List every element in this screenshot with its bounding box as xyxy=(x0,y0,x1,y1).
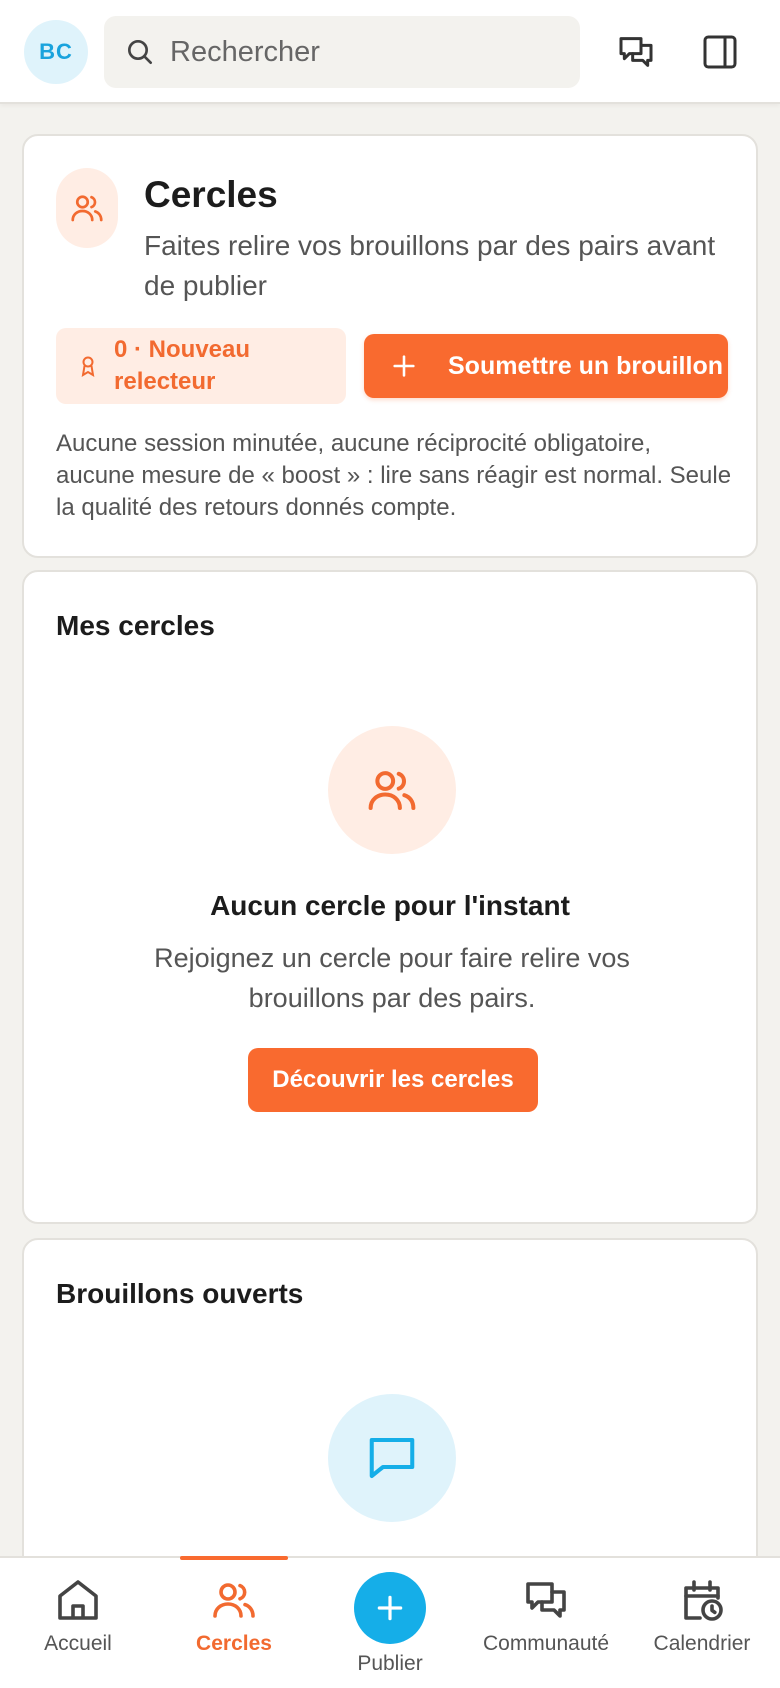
empty-state-text: Rejoignez un cercle pour faire relire vo… xyxy=(154,943,630,1013)
empty-state-title: Aucun cercle pour l'instant xyxy=(210,890,570,921)
policy-note: Aucune session minutée, aucune réciproci… xyxy=(56,430,732,521)
message-icon xyxy=(328,1394,456,1522)
discover-circles-button[interactable]: Découvrir les cercles xyxy=(248,1048,538,1112)
badge-label: 0 · Nouveau relecteur xyxy=(114,336,251,395)
submit-draft-label: Soumettre un brouillon xyxy=(448,351,723,380)
users-icon xyxy=(213,1583,255,1618)
plus-icon xyxy=(377,1595,403,1621)
avatar[interactable]: BC xyxy=(24,20,88,84)
top-bar: BC xyxy=(0,0,780,104)
home-icon xyxy=(58,1580,98,1620)
calendar-clock-icon xyxy=(684,1580,723,1621)
messages-icon xyxy=(619,37,653,67)
search-input[interactable] xyxy=(170,35,550,69)
nav-community-label: Communauté xyxy=(482,1632,610,1655)
my-circles-card: Mes cercles Aucun cercle pour l'instant … xyxy=(22,570,758,1224)
award-icon xyxy=(81,356,95,377)
page-subtitle: Faites relire vos brouillons par des pai… xyxy=(144,230,716,301)
section-title: Mes cercles xyxy=(56,610,215,641)
messages-icon xyxy=(526,1582,566,1618)
users-icon xyxy=(328,726,456,854)
intro-card: Cercles Faites relire vos brouillons par… xyxy=(22,134,758,558)
page-title: Cercles xyxy=(144,174,278,215)
bottom-navigation: Accueil Cercles Publier Communauté Calen… xyxy=(0,1556,780,1688)
reviewer-badge: 0 · Nouveau relecteur xyxy=(56,328,346,404)
nav-calendar-label: Calendrier xyxy=(653,1632,751,1655)
submit-draft-button[interactable]: Soumettre un brouillon xyxy=(364,334,728,398)
sidebar-panel-icon xyxy=(703,35,737,69)
nav-community[interactable]: Communauté xyxy=(468,1558,624,1688)
section-title: Brouillons ouverts xyxy=(56,1278,304,1309)
search-bar[interactable] xyxy=(104,16,580,88)
messages-button[interactable] xyxy=(612,28,660,76)
nav-calendar[interactable]: Calendrier xyxy=(624,1558,780,1688)
plus-icon xyxy=(393,355,415,377)
publish-button[interactable] xyxy=(354,1572,426,1644)
search-icon xyxy=(128,40,152,64)
users-icon xyxy=(56,168,118,248)
sidebar-toggle-button[interactable] xyxy=(696,28,744,76)
